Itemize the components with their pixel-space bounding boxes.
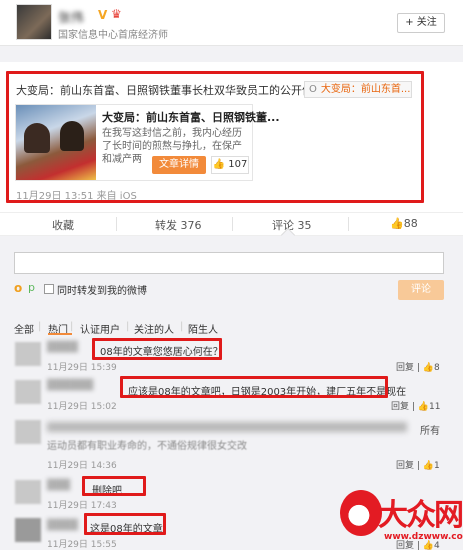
divider bbox=[348, 217, 349, 231]
collect-button[interactable]: 收藏 bbox=[52, 217, 74, 233]
like-count: 88 bbox=[403, 217, 418, 230]
avatar[interactable] bbox=[15, 480, 41, 504]
reply-button[interactable]: 回复 bbox=[396, 461, 414, 471]
avatar[interactable] bbox=[15, 420, 41, 444]
repost-checkbox-label: 同时转发到我的微博 bbox=[57, 286, 147, 297]
emoji-icon[interactable]: o bbox=[14, 282, 28, 294]
thumbs-up-icon[interactable]: 👍 bbox=[423, 461, 434, 471]
article-link-chip[interactable]: O 大变局：前山东首... bbox=[304, 81, 412, 98]
filter-strangers[interactable]: 陌生人 bbox=[188, 321, 218, 336]
comment-time: 11月29日 15:39 bbox=[47, 363, 117, 373]
repost-button[interactable]: 转发 376 bbox=[155, 217, 202, 233]
person-figure bbox=[24, 123, 50, 153]
thumbs-up-icon: 👍 bbox=[212, 159, 226, 170]
submit-comment-button[interactable]: 评论 bbox=[398, 280, 444, 300]
divider: | bbox=[70, 321, 74, 332]
blurred-content bbox=[47, 422, 407, 432]
user-description: 国家信息中心首席经济师 bbox=[58, 30, 168, 41]
like-button[interactable]: 👍88 bbox=[390, 217, 418, 230]
thumbs-up-icon: 👍 bbox=[390, 217, 404, 230]
post-time: 11月29日 13:51 来自 iOS bbox=[16, 191, 137, 202]
comment-actions: 回复 | 👍11 bbox=[391, 402, 441, 412]
divider bbox=[116, 217, 117, 231]
image-icon[interactable]: p bbox=[28, 282, 35, 294]
filter-following[interactable]: 关注的人 bbox=[134, 321, 174, 336]
comment-actions: 回复 | 👍8 bbox=[396, 363, 440, 373]
avatar[interactable] bbox=[15, 518, 41, 542]
comment-text: 运动员都有职业寿命的，不通俗规律很女交改 bbox=[47, 441, 247, 452]
comment-time: 11月29日 17:43 bbox=[47, 501, 117, 511]
action-bar: 收藏 转发 376 评论 35 👍88 bbox=[0, 212, 463, 236]
reply-button[interactable]: 回复 bbox=[396, 363, 414, 373]
verified-icon: V bbox=[98, 8, 108, 22]
filter-all[interactable]: 全部 bbox=[14, 321, 34, 336]
chip-text: 大变局：前山东首... bbox=[320, 84, 411, 95]
article-card[interactable]: 大变局：前山东首富、日照钢铁董... 在我写这封信之前，我内心经历了长时间的煎熬… bbox=[15, 104, 280, 181]
reply-button[interactable]: 回复 bbox=[391, 402, 409, 412]
article-like-count: 107 bbox=[228, 159, 248, 170]
avatar[interactable] bbox=[15, 342, 41, 366]
article-detail-button[interactable]: 文章详情 bbox=[152, 156, 206, 174]
article-like-button[interactable]: 👍 107 bbox=[211, 156, 249, 174]
logo-url: www.dzwww.com bbox=[384, 532, 463, 542]
dazhong-logo: 大众网 www.dzwww.com bbox=[340, 490, 463, 548]
divider: | bbox=[126, 321, 130, 332]
comment-tab[interactable]: 评论 35 bbox=[272, 217, 312, 233]
active-filter-indicator bbox=[48, 333, 72, 335]
avatar[interactable] bbox=[16, 4, 52, 40]
thumbs-up-icon[interactable]: 👍 bbox=[418, 402, 429, 412]
divider: | bbox=[38, 321, 42, 332]
comment-input[interactable] bbox=[14, 252, 444, 274]
highlight-box bbox=[84, 513, 166, 535]
person-figure bbox=[60, 121, 84, 151]
follow-button[interactable]: + 关注 bbox=[397, 13, 445, 33]
divider bbox=[232, 217, 233, 231]
divider: | bbox=[180, 321, 184, 332]
comment-author[interactable]: ███ bbox=[47, 480, 70, 491]
article-title: 大变局：前山东首富、日照钢铁董... bbox=[102, 111, 280, 124]
weibo-post-page: 张伟 V ♛ 国家信息中心首席经济师 + 关注 大变局：前山东首富、日照钢铁董事… bbox=[0, 0, 463, 550]
link-icon: O bbox=[309, 84, 317, 95]
thumbs-up-icon[interactable]: 👍 bbox=[423, 363, 434, 373]
article-thumbnail bbox=[16, 105, 96, 180]
comment-author[interactable]: ████ bbox=[47, 520, 78, 531]
comment-like-count: 8 bbox=[434, 363, 440, 373]
user-name[interactable]: 张伟 bbox=[58, 7, 84, 26]
comment-suffix: 所有 bbox=[420, 426, 440, 437]
comment-author[interactable]: ████ bbox=[47, 342, 78, 353]
avatar[interactable] bbox=[15, 380, 41, 404]
badge-icon: ♛ bbox=[111, 7, 122, 21]
repost-checkbox[interactable] bbox=[44, 284, 54, 294]
logo-text: 大众网 bbox=[378, 498, 463, 533]
comment-actions: 回复 | 👍1 bbox=[396, 461, 440, 471]
highlight-box bbox=[92, 338, 222, 360]
highlight-box bbox=[120, 376, 388, 398]
comment-time: 11月29日 15:02 bbox=[47, 402, 117, 412]
profile-header: 张伟 V ♛ 国家信息中心首席经济师 + 关注 bbox=[0, 0, 463, 46]
comment-like-count: 1 bbox=[434, 461, 440, 471]
highlight-box bbox=[82, 476, 146, 496]
post-title: 大变局：前山东首富、日照钢铁董事长杜双华致员工的公开信 bbox=[16, 84, 313, 97]
filter-verified[interactable]: 认证用户 bbox=[80, 321, 120, 336]
comment-time: 11月29日 15:55 bbox=[47, 540, 117, 550]
comment-time: 11月29日 14:36 bbox=[47, 461, 117, 471]
logo-mark-icon bbox=[340, 490, 382, 536]
comment-like-count: 11 bbox=[429, 402, 441, 412]
comment-author[interactable]: ██████ bbox=[47, 380, 93, 391]
